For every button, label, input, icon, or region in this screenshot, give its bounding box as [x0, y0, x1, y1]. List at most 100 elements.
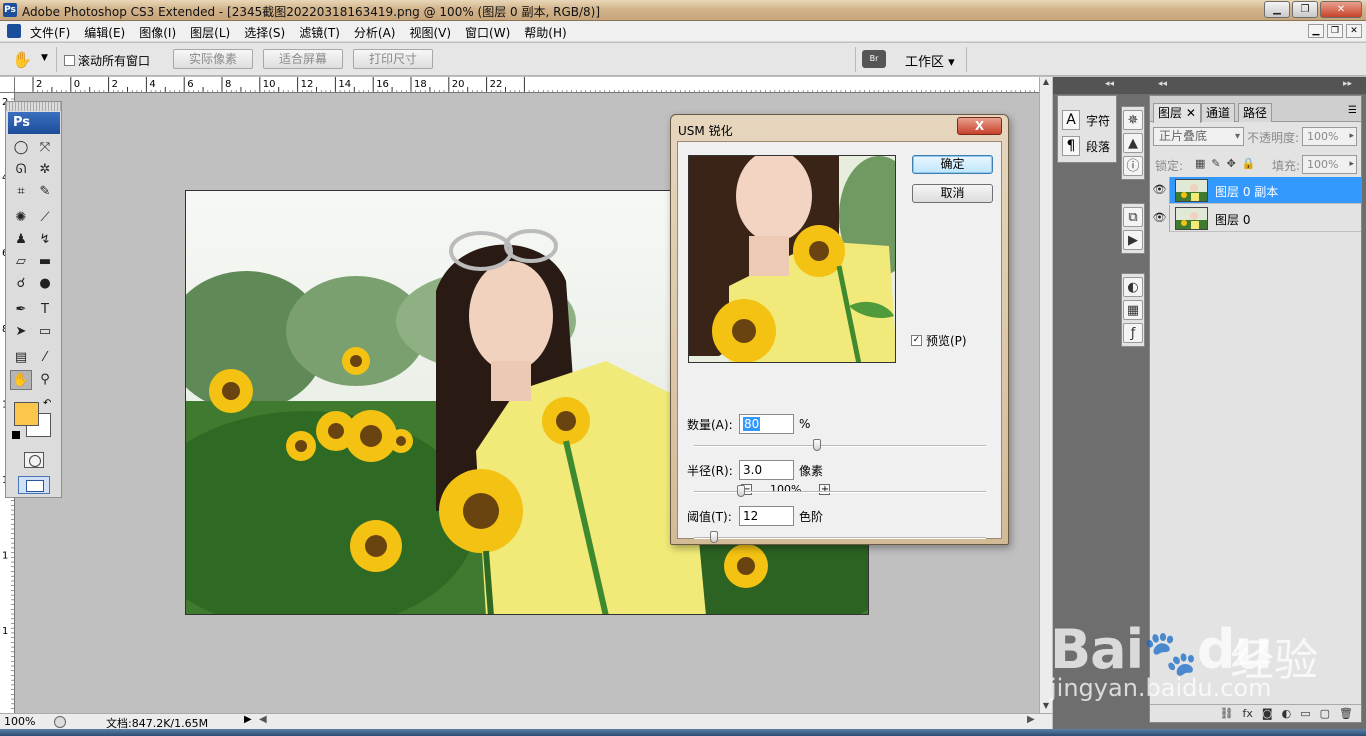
menu-analysis[interactable]: 分析(A) [354, 24, 396, 41]
foreground-color-swatch[interactable] [14, 402, 39, 426]
slice-tool-icon[interactable]: ✎ [34, 182, 56, 202]
minimize-button[interactable]: ▁ [1264, 1, 1290, 18]
styles-icon[interactable]: ƒ [1123, 323, 1143, 343]
horizontal-ruler[interactable]: 2 0 2 4 6 8 10 12 14 16 18 20 22 [15, 77, 1039, 93]
menu-select[interactable]: 选择(S) [244, 24, 285, 41]
visibility-eye-icon[interactable]: 👁 [1150, 177, 1170, 204]
gradient-tool-icon[interactable]: ▬ [34, 252, 56, 272]
scroll-right-icon[interactable]: ▶ [1027, 714, 1035, 725]
layer-name[interactable]: 图层 0 副本 [1215, 183, 1278, 200]
hand-tool-icon[interactable]: ✋ [10, 370, 32, 390]
collapse-icon[interactable]: ◂◂ [1158, 79, 1167, 89]
character-panel-button[interactable]: A 字符 [1062, 110, 1110, 130]
close-button[interactable]: ✕ [1320, 1, 1362, 18]
clone-stamp-tool-icon[interactable]: ♟ [10, 230, 32, 250]
tool-preset-dropdown[interactable]: ▼ [41, 53, 48, 63]
threshold-input[interactable]: 12 [739, 506, 794, 526]
info-icon[interactable]: ⓘ [1123, 156, 1143, 176]
threshold-slider[interactable] [694, 531, 986, 543]
scroll-left-icon[interactable]: ◀ [259, 714, 267, 725]
pen-tool-icon[interactable]: ✒ [10, 300, 32, 320]
histogram-icon[interactable]: ▲ [1123, 133, 1143, 153]
expand-icon[interactable]: ▸▸ [1343, 79, 1352, 89]
maximize-button[interactable]: ❐ [1292, 1, 1318, 18]
menu-filter[interactable]: 滤镜(T) [299, 24, 340, 41]
brush-tool-icon[interactable]: ⟋ [34, 208, 56, 228]
scroll-all-option[interactable]: 滚动所有窗口 [64, 52, 150, 69]
blend-mode-select[interactable]: 正片叠底 [1153, 127, 1244, 146]
layer-name[interactable]: 图层 0 [1215, 211, 1250, 228]
lock-transparency-icon[interactable]: ▦ [1195, 157, 1205, 170]
healing-brush-tool-icon[interactable]: ✺ [10, 208, 32, 228]
layer-row[interactable]: 👁 图层 0 [1150, 205, 1361, 232]
doc-close-button[interactable]: ✕ [1346, 24, 1362, 38]
history-icon[interactable]: ⧉ [1123, 207, 1143, 227]
amount-slider-thumb[interactable] [813, 439, 821, 451]
collapse-icon[interactable]: ◂◂ [1105, 79, 1114, 89]
swap-colors-icon[interactable]: ↶ [43, 398, 51, 409]
tab-layers[interactable]: 图层 ✕ [1153, 103, 1201, 123]
move-tool-icon[interactable]: ⤧ [34, 138, 56, 158]
menu-layer[interactable]: 图层(L) [190, 24, 230, 41]
zoom-tool-icon[interactable]: ⚲ [34, 370, 56, 390]
status-menu-arrow-icon[interactable]: ▶ [244, 714, 252, 725]
blur-tool-icon[interactable]: ☌ [10, 274, 32, 294]
scroll-up-icon[interactable]: ▲ [1040, 77, 1052, 89]
scroll-all-checkbox[interactable] [64, 55, 75, 66]
screen-mode-icon[interactable] [18, 476, 50, 494]
doc-minimize-button[interactable]: ▁ [1308, 24, 1324, 38]
menu-help[interactable]: 帮助(H) [524, 24, 566, 41]
crop-tool-icon[interactable]: ⌗ [10, 182, 32, 202]
menu-view[interactable]: 视图(V) [409, 24, 451, 41]
zoom-level[interactable]: 100% [4, 715, 35, 728]
amount-slider[interactable] [694, 439, 986, 451]
menu-edit[interactable]: 编辑(E) [84, 24, 125, 41]
workspace-menu[interactable]: 工作区 ▾ [905, 51, 955, 70]
shape-tool-icon[interactable]: ▭ [34, 322, 56, 342]
doc-restore-button[interactable]: ❐ [1327, 24, 1343, 38]
toolbox-grip[interactable] [6, 102, 61, 111]
radius-slider[interactable] [694, 485, 986, 497]
threshold-slider-thumb[interactable] [710, 531, 718, 543]
lasso-tool-icon[interactable]: ᘏ [10, 160, 32, 180]
fill-input[interactable]: 100% [1302, 155, 1357, 174]
panel-menu-icon[interactable]: ☰ [1348, 105, 1357, 116]
opacity-input[interactable]: 100% [1302, 127, 1357, 146]
amount-input[interactable]: 80 [739, 414, 794, 434]
lock-all-icon[interactable]: 🔒 [1242, 157, 1256, 170]
menu-image[interactable]: 图像(I) [139, 24, 176, 41]
cancel-button[interactable]: 取消 [912, 184, 993, 203]
hand-tool-icon[interactable]: ✋ [12, 50, 32, 69]
history-brush-tool-icon[interactable]: ↯ [34, 230, 56, 250]
document-icon[interactable] [7, 24, 21, 38]
fit-screen-button[interactable]: 适合屏幕 [263, 49, 343, 69]
preview-checkbox[interactable]: ✓ [911, 335, 922, 346]
dialog-close-button[interactable]: X [957, 117, 1002, 135]
marquee-tool-icon[interactable]: ◯ [10, 138, 32, 158]
grid-icon[interactable]: ▦ [1123, 300, 1143, 320]
zoom-in-button[interactable]: + [819, 484, 831, 495]
swatches-icon[interactable]: ◐ [1123, 277, 1143, 297]
layer-row[interactable]: 👁 图层 0 副本 [1150, 177, 1361, 204]
radius-input[interactable]: 3.0 [739, 460, 794, 480]
type-tool-icon[interactable]: T [34, 300, 56, 320]
radius-slider-thumb[interactable] [737, 485, 745, 497]
status-icon[interactable] [54, 716, 66, 728]
bridge-icon[interactable]: Br [862, 50, 886, 68]
magic-wand-tool-icon[interactable]: ✲ [34, 160, 56, 180]
tab-paths[interactable]: 路径 [1238, 103, 1273, 122]
menu-window[interactable]: 窗口(W) [465, 24, 510, 41]
paragraph-panel-button[interactable]: ¶ 段落 [1062, 136, 1110, 156]
eyedropper-tool-icon[interactable]: ⁄ [34, 348, 56, 368]
path-selection-tool-icon[interactable]: ➤ [10, 322, 32, 342]
lock-position-icon[interactable]: ✥ [1227, 157, 1236, 170]
filter-preview[interactable] [688, 155, 896, 363]
lock-pixels-icon[interactable]: ✎ [1211, 157, 1220, 170]
ruler-origin[interactable] [0, 77, 15, 93]
print-size-button[interactable]: 打印尺寸 [353, 49, 433, 69]
tab-channels[interactable]: 通道 [1201, 103, 1236, 122]
visibility-eye-icon[interactable]: 👁 [1150, 205, 1170, 232]
menu-file[interactable]: 文件(F) [30, 24, 70, 41]
actual-pixels-button[interactable]: 实际像素 [173, 49, 253, 69]
dodge-tool-icon[interactable]: ● [34, 274, 56, 294]
